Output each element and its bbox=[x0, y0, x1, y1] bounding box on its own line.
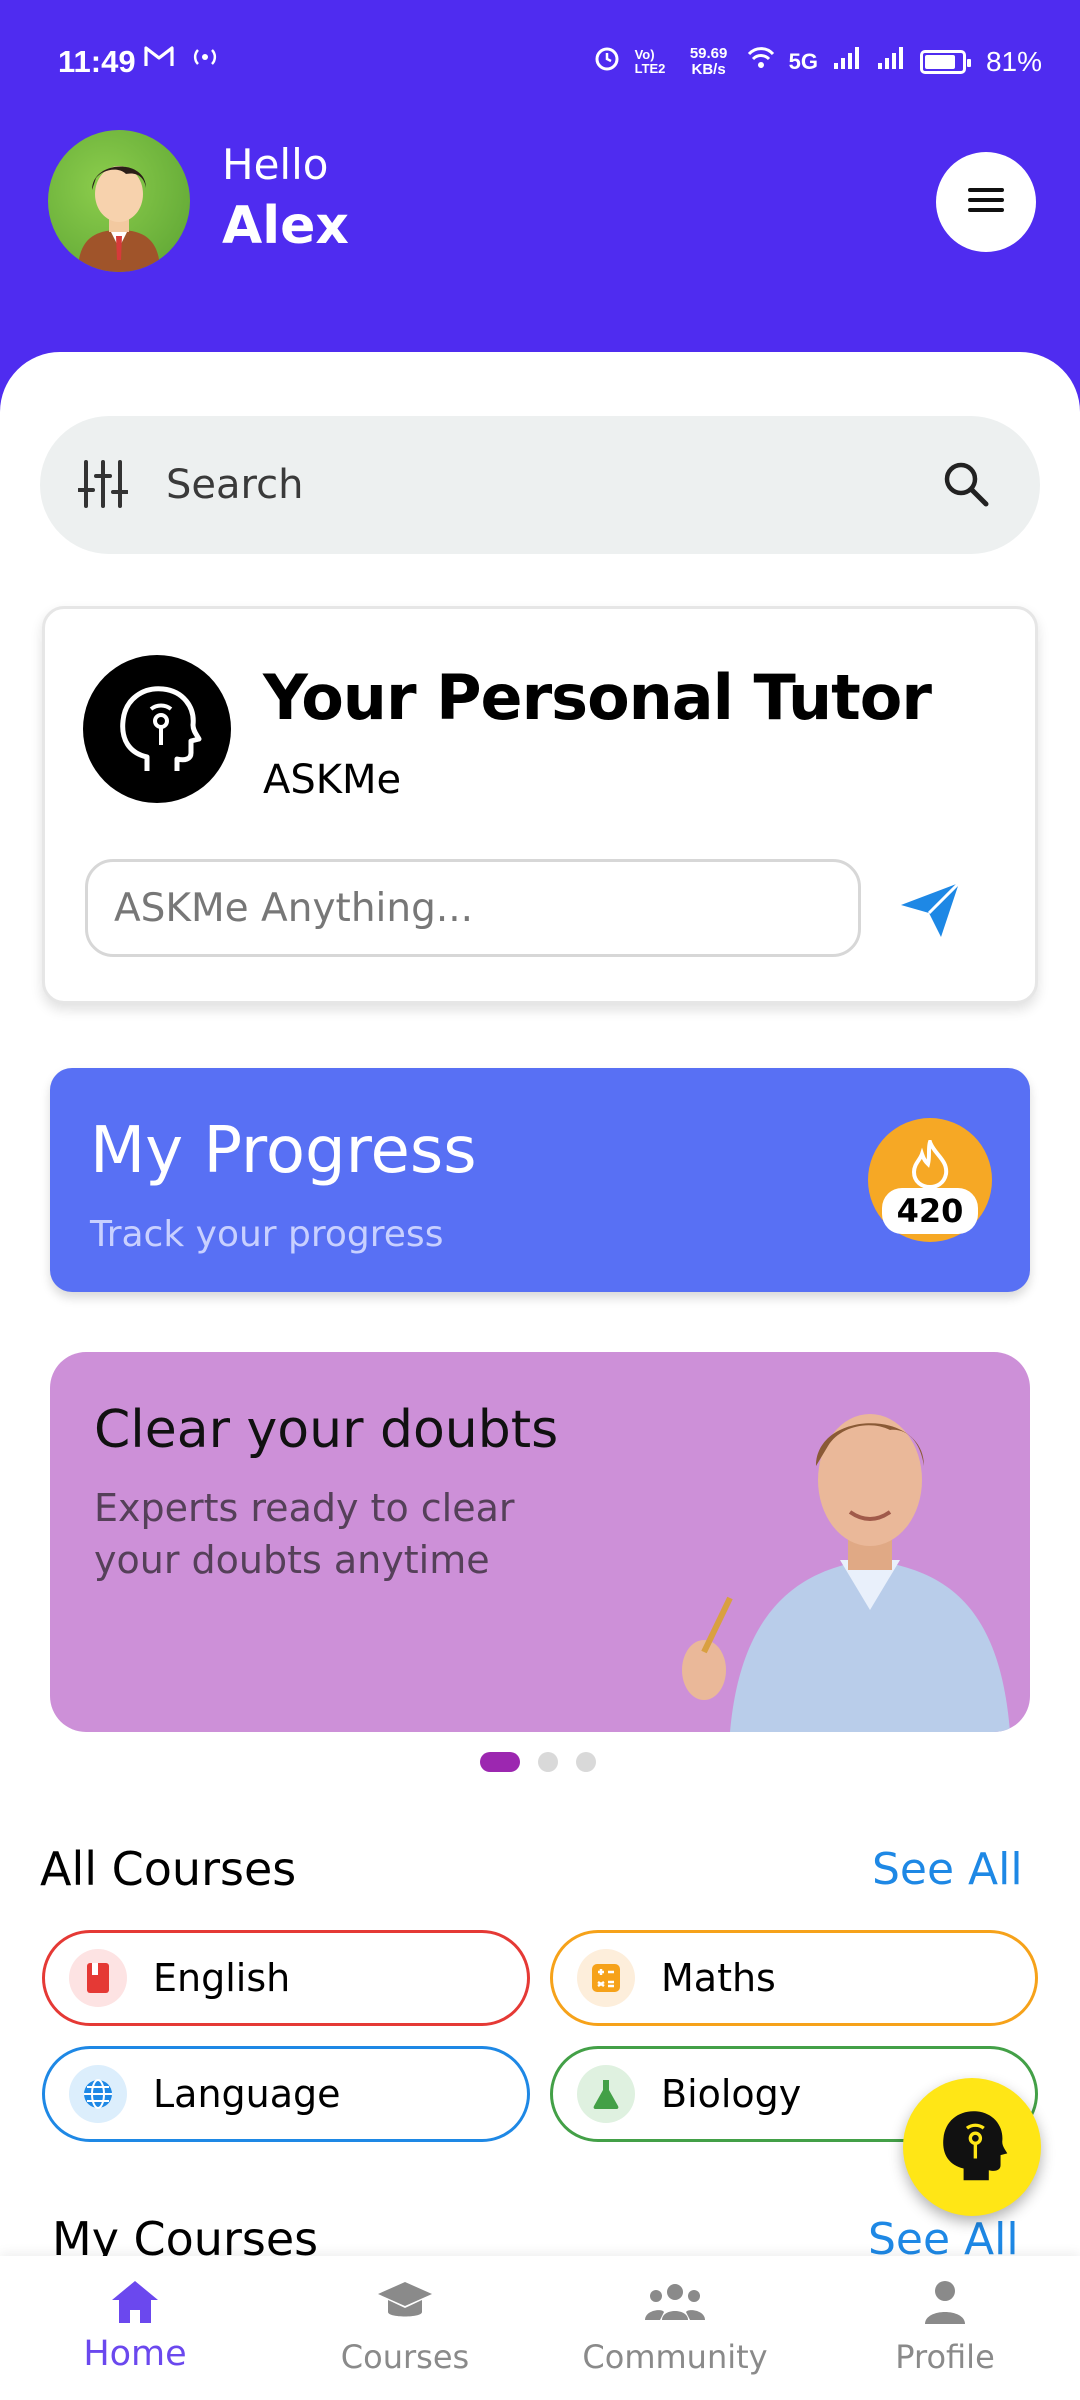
battery-percentage: 81% bbox=[985, 45, 1042, 77]
carousel-dot[interactable] bbox=[576, 1752, 596, 1772]
expert-person-image bbox=[682, 1414, 1010, 1732]
avatar[interactable] bbox=[48, 130, 190, 272]
send-icon bbox=[897, 881, 967, 945]
progress-title: My Progress bbox=[90, 1114, 477, 1188]
nav-label: Community bbox=[582, 2338, 768, 2376]
all-courses-title: All Courses bbox=[40, 1842, 297, 1896]
wifi-icon bbox=[747, 46, 775, 78]
streak-count: 420 bbox=[882, 1188, 978, 1234]
tutor-subtitle: ASKMe bbox=[263, 757, 402, 803]
bottom-navigation: Home Courses Community Profile bbox=[0, 2256, 1080, 2400]
signal-icon bbox=[876, 45, 906, 78]
flask-icon bbox=[577, 2065, 635, 2123]
carousel-indicator bbox=[480, 1752, 596, 1772]
my-progress-card[interactable]: My Progress Track your progress 420 bbox=[50, 1068, 1030, 1292]
fire-icon bbox=[908, 1135, 952, 1193]
ask-input[interactable] bbox=[85, 859, 861, 957]
nav-label: Home bbox=[83, 2334, 187, 2374]
course-chip-label: Language bbox=[153, 2072, 341, 2116]
course-chip-label: Biology bbox=[661, 2072, 802, 2116]
nav-community[interactable]: Community bbox=[540, 2256, 810, 2400]
nav-home[interactable]: Home bbox=[0, 2256, 270, 2400]
search-input[interactable] bbox=[166, 446, 946, 524]
gmail-icon bbox=[144, 44, 174, 77]
calculator-icon bbox=[577, 1949, 635, 2007]
hotspot-icon bbox=[190, 44, 220, 77]
nav-label: Courses bbox=[340, 2338, 470, 2376]
progress-subtitle: Track your progress bbox=[90, 1214, 444, 1255]
nav-courses[interactable]: Courses bbox=[270, 2256, 540, 2400]
ask-tutor-fab[interactable] bbox=[903, 2078, 1041, 2216]
all-courses-see-all-link[interactable]: See All bbox=[872, 1844, 1023, 1895]
nav-profile[interactable]: Profile bbox=[810, 2256, 1080, 2400]
search-bar bbox=[40, 416, 1040, 554]
promo-banner[interactable]: Clear your doubts Experts ready to clear… bbox=[50, 1352, 1030, 1732]
greeting-text: Hello bbox=[222, 140, 329, 189]
status-system-icons: Vo) LTE2 59.69 KB/s 5G 81% bbox=[593, 44, 1042, 79]
filter-icon[interactable] bbox=[77, 458, 129, 515]
course-chip-english[interactable]: English bbox=[42, 1930, 530, 2026]
streak-badge: 420 bbox=[868, 1118, 992, 1242]
nav-label: Profile bbox=[895, 2338, 995, 2376]
home-icon bbox=[0, 2278, 270, 2330]
carousel-dot[interactable] bbox=[480, 1752, 520, 1772]
personal-tutor-card: Your Personal Tutor ASKMe bbox=[42, 606, 1038, 1004]
globe-icon bbox=[69, 2065, 127, 2123]
banner-title: Clear your doubts bbox=[94, 1400, 559, 1460]
status-bar: 11:49 Vo) LTE2 59.69 KB/s 5G 81% bbox=[0, 0, 1080, 120]
graduation-cap-icon bbox=[270, 2278, 540, 2330]
alarm-icon bbox=[593, 44, 621, 79]
tutor-head-icon bbox=[83, 655, 231, 803]
tutor-title: Your Personal Tutor bbox=[263, 661, 932, 734]
network-type: 5G bbox=[788, 48, 818, 74]
book-icon bbox=[69, 1949, 127, 2007]
send-button[interactable] bbox=[897, 879, 967, 941]
status-notification-icons bbox=[144, 44, 220, 77]
tutor-head-icon bbox=[930, 2103, 1014, 2192]
status-time: 11:49 bbox=[58, 44, 136, 79]
signal-icon bbox=[832, 45, 862, 78]
network-speed: 59.69 KB/s bbox=[689, 44, 728, 78]
volte-indicator: Vo) LTE2 bbox=[634, 46, 666, 76]
course-chip-language[interactable]: Language bbox=[42, 2046, 530, 2142]
community-icon bbox=[540, 2278, 810, 2330]
course-chip-label: Maths bbox=[661, 1956, 776, 2000]
battery-icon bbox=[919, 49, 971, 74]
search-icon[interactable] bbox=[942, 460, 990, 513]
menu-button[interactable] bbox=[936, 152, 1036, 252]
carousel-dot[interactable] bbox=[538, 1752, 558, 1772]
course-chip-maths[interactable]: Maths bbox=[550, 1930, 1038, 2026]
hamburger-menu-icon bbox=[966, 185, 1006, 220]
user-name: Alex bbox=[222, 196, 349, 256]
course-chip-label: English bbox=[153, 1956, 291, 2000]
profile-icon bbox=[810, 2278, 1080, 2330]
banner-subtitle: Experts ready to clear your doubts anyti… bbox=[94, 1486, 515, 1582]
